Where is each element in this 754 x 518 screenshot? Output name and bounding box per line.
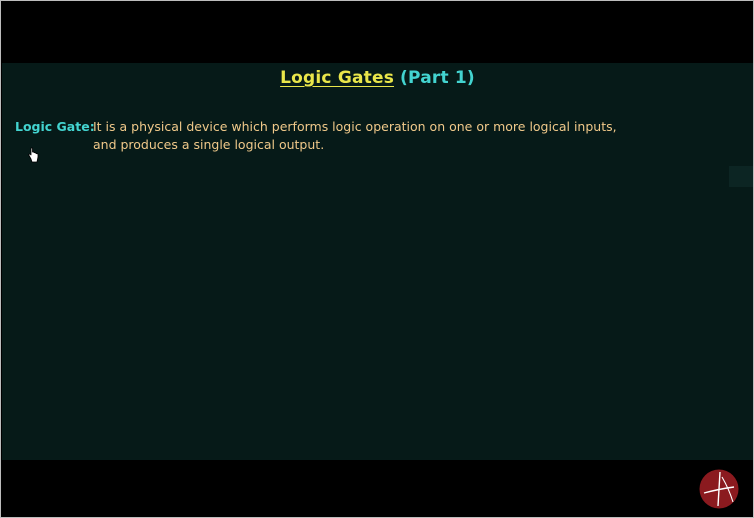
definition-text: It is a physical device which performs l… bbox=[93, 118, 633, 154]
slide-title: Logic Gates (Part 1) bbox=[2, 68, 753, 88]
video-frame: Logic Gates (Part 1) Logic Gate: It is a … bbox=[0, 0, 754, 518]
definition-line-1: It is a physical device which performs l… bbox=[93, 119, 617, 134]
slide-board: Logic Gates (Part 1) Logic Gate: It is a … bbox=[2, 63, 753, 460]
hand-pointer-icon bbox=[28, 147, 39, 163]
definition-line-2: and produces a single logical output. bbox=[93, 137, 325, 152]
side-panel-tab bbox=[729, 166, 753, 187]
slide-title-part: (Part 1) bbox=[400, 68, 475, 88]
channel-logo-icon bbox=[699, 469, 739, 509]
slide-title-main: Logic Gates bbox=[280, 68, 395, 88]
term-label: Logic Gate: bbox=[15, 119, 95, 134]
